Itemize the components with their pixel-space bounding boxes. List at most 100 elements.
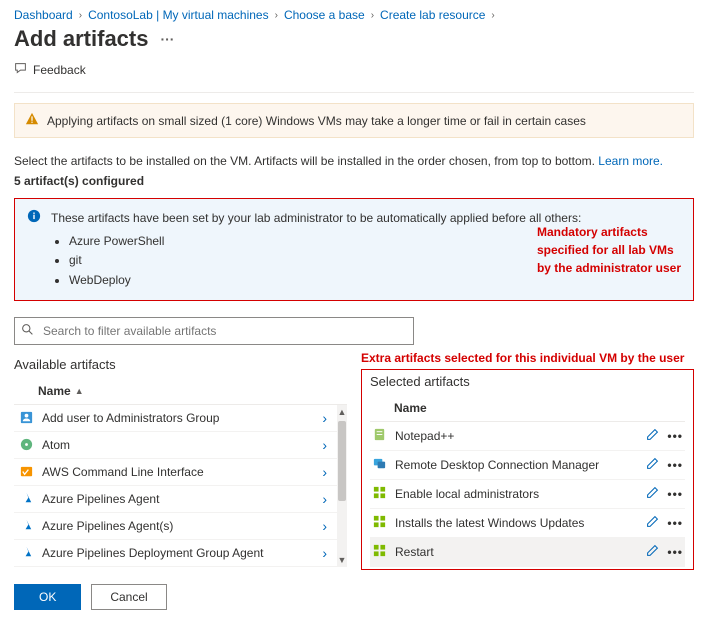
callout-mandatory: Mandatory artifacts specified for all la… [537,223,681,277]
warning-banner: Applying artifacts on small sized (1 cor… [14,103,694,138]
page-title-text: Add artifacts [14,26,148,52]
feedback-label: Feedback [33,63,86,77]
divider [14,92,694,93]
chevron-right-icon: › [79,10,82,21]
available-list: Add user to Administrators Group›Atom›AW… [14,405,347,567]
selected-list: Notepad++•••Remote Desktop Connection Ma… [370,422,685,567]
notepad-icon [372,427,387,445]
edit-icon[interactable] [646,544,659,560]
artifact-label: Atom [42,438,314,452]
artifact-label: Notepad++ [395,429,638,443]
more-icon[interactable]: ••• [667,545,683,559]
feedback-icon [14,62,27,78]
artifact-label: Add user to Administrators Group [42,411,314,425]
search-input[interactable] [14,317,414,345]
crumb-base[interactable]: Choose a base [284,8,365,22]
artifact-label: Azure Pipelines Agent(s) [42,519,314,533]
callout-line: specified for all lab VMs [537,241,681,259]
search-icon [21,323,34,336]
chevron-right-icon: › [322,491,327,507]
selected-row[interactable]: Restart ••• [370,538,685,567]
azure-icon [18,518,34,534]
warning-icon [25,112,39,129]
crumb-dashboard[interactable]: Dashboard [14,8,73,22]
chevron-right-icon: › [322,464,327,480]
selected-row[interactable]: Enable local administrators ••• [370,480,685,509]
azure-icon [18,491,34,507]
configured-count: 5 artifact(s) configured [14,174,694,188]
selected-header-name[interactable]: Name [370,395,685,422]
cancel-button[interactable]: Cancel [91,584,166,610]
artifact-label: AWS Command Line Interface [42,465,314,479]
chevron-right-icon: › [322,518,327,534]
more-icon[interactable]: ••• [667,516,683,530]
selected-row[interactable]: Notepad++ ••• [370,422,685,451]
rdp-icon [372,456,387,474]
page-title: Add artifacts ··· [14,26,694,52]
callout-line: by the administrator user [537,259,681,277]
tiles-icon [372,514,387,532]
atom-icon [18,437,34,453]
crumb-lab[interactable]: ContosoLab | My virtual machines [88,8,269,22]
columns: Available artifacts Name ▲ Add user to A… [14,351,694,570]
col-name-label: Name [38,384,71,398]
azure-icon [18,545,34,561]
edit-icon[interactable] [646,428,659,444]
artifact-label: Azure Pipelines Deployment Group Agent [42,546,314,560]
available-list-wrap: Add user to Administrators Group›Atom›AW… [14,405,347,567]
mandatory-info-text: These artifacts have been set by your la… [51,211,581,225]
chevron-right-icon: › [491,10,494,21]
user-icon [18,410,34,426]
chevron-right-icon: › [371,10,374,21]
scroll-up-icon[interactable]: ▲ [338,407,347,417]
artifact-label: Installs the latest Windows Updates [395,516,638,530]
available-row[interactable]: Atom › [14,432,347,459]
feedback-button[interactable]: Feedback [14,62,86,78]
selected-row[interactable]: Remote Desktop Connection Manager ••• [370,451,685,480]
selected-row[interactable]: Installs the latest Windows Updates ••• [370,509,685,538]
edit-icon[interactable] [646,457,659,473]
intro-body: Select the artifacts to be installed on … [14,154,598,168]
more-icon[interactable]: ••• [667,429,683,443]
edit-icon[interactable] [646,486,659,502]
intro-text: Select the artifacts to be installed on … [14,152,694,170]
available-row[interactable]: Add user to Administrators Group › [14,405,347,432]
edit-icon[interactable] [646,515,659,531]
available-row[interactable]: Azure Pipelines Agent › [14,486,347,513]
learn-more-link[interactable]: Learn more. [598,154,663,168]
available-row[interactable]: Azure Pipelines Deployment Group Agent › [14,540,347,567]
artifact-label: Restart [395,545,638,559]
col-name-label: Name [394,401,427,415]
chevron-right-icon: › [322,545,327,561]
chevron-right-icon: › [275,10,278,21]
chevron-right-icon: › [322,437,327,453]
selected-box: Selected artifacts Name Notepad++•••Remo… [361,369,694,570]
scroll-down-icon[interactable]: ▼ [338,555,347,565]
artifact-label: Enable local administrators [395,487,638,501]
selected-title: Selected artifacts [370,374,685,389]
more-icon[interactable]: ••• [667,487,683,501]
aws-icon [18,464,34,480]
scrollbar[interactable]: ▲ ▼ [337,405,347,567]
search-wrap [14,317,414,345]
selected-panel: Extra artifacts selected for this indivi… [361,351,694,570]
artifact-label: Remote Desktop Connection Manager [395,458,638,472]
tiles-icon [372,543,387,561]
breadcrumb: Dashboard › ContosoLab | My virtual machi… [14,8,694,22]
available-panel: Available artifacts Name ▲ Add user to A… [14,351,347,567]
available-row[interactable]: Azure Pipelines Agent(s) › [14,513,347,540]
tiles-icon [372,485,387,503]
scroll-thumb[interactable] [338,421,346,501]
artifact-label: Azure Pipelines Agent [42,492,314,506]
available-title: Available artifacts [14,357,347,372]
ok-button[interactable]: OK [14,584,81,610]
more-icon[interactable]: ••• [667,458,683,472]
more-menu-icon[interactable]: ··· [160,31,174,47]
warning-text: Applying artifacts on small sized (1 cor… [47,114,586,128]
crumb-create[interactable]: Create lab resource [380,8,485,22]
available-header-name[interactable]: Name ▲ [14,378,347,405]
mandatory-artifacts-panel: These artifacts have been set by your la… [14,198,694,301]
available-row[interactable]: AWS Command Line Interface › [14,459,347,486]
chevron-right-icon: › [322,410,327,426]
info-icon [27,209,41,290]
